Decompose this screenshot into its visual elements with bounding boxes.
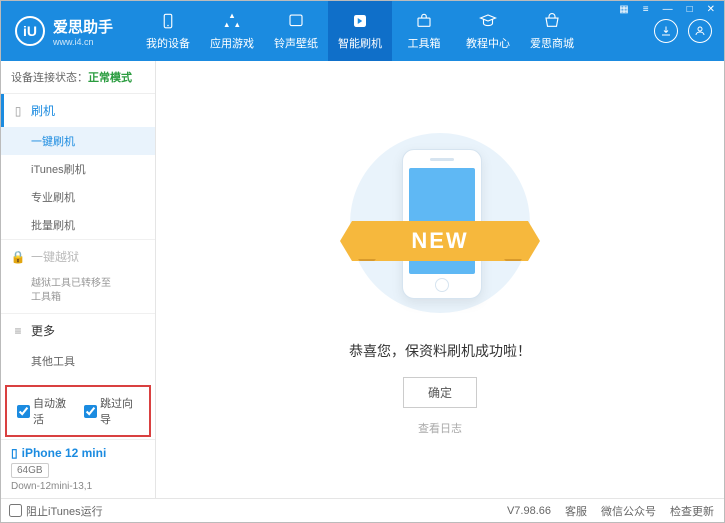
user-button[interactable] xyxy=(688,19,712,43)
window-controls: ▦ ≡ — □ ✕ xyxy=(615,2,719,17)
media-icon xyxy=(286,11,306,31)
checkbox-label: 自动激活 xyxy=(33,395,72,427)
menu-more-header[interactable]: ≡ 更多 xyxy=(1,314,155,347)
nav-label: 教程中心 xyxy=(466,35,510,51)
menu-itunes-flash[interactable]: iTunes刷机 xyxy=(1,155,155,183)
conn-label: 设备连接状态： xyxy=(11,72,88,84)
block-itunes-checkbox[interactable]: 阻止iTunes运行 xyxy=(9,503,103,519)
menu-icon[interactable]: ▦ xyxy=(615,2,632,17)
nav-tutorials[interactable]: 教程中心 xyxy=(456,1,520,61)
main-content: NEW 恭喜您，保资料刷机成功啦！ 确定 查看日志 xyxy=(156,61,724,498)
nav-smart-flash[interactable]: 智能刷机 xyxy=(328,1,392,61)
store-icon xyxy=(542,11,562,31)
conn-value: 正常模式 xyxy=(88,72,132,84)
logo-area: iU 爱思助手 www.i4.cn xyxy=(1,16,136,47)
nav-apps-games[interactable]: 应用游戏 xyxy=(200,1,264,61)
view-log-link[interactable]: 查看日志 xyxy=(418,420,462,436)
download-button[interactable] xyxy=(654,19,678,43)
confirm-button[interactable]: 确定 xyxy=(403,377,477,408)
nav-toolbox[interactable]: 工具箱 xyxy=(392,1,456,61)
checkbox-label: 阻止iTunes运行 xyxy=(26,503,103,519)
settings-icon[interactable]: ≡ xyxy=(639,2,653,17)
menu-title: 更多 xyxy=(31,322,55,339)
menu-title: 一键越狱 xyxy=(31,248,79,265)
nav-label: 工具箱 xyxy=(408,35,441,51)
skip-guide-checkbox[interactable]: 跳过向导 xyxy=(84,395,139,427)
success-message: 恭喜您，保资料刷机成功啦！ xyxy=(349,341,531,361)
check-update-link[interactable]: 检查更新 xyxy=(670,503,714,519)
sidebar-menu: ▯ 刷机 一键刷机 iTunes刷机 专业刷机 批量刷机 🔒 一键越狱 越狱工具… xyxy=(1,94,155,383)
apps-icon xyxy=(222,11,242,31)
app-title: 爱思助手 xyxy=(53,16,113,37)
close-icon[interactable]: ✕ xyxy=(703,2,719,17)
menu-download-firmware[interactable]: 下载固件 xyxy=(1,375,155,383)
app-url: www.i4.cn xyxy=(53,37,113,47)
sidebar: 设备连接状态：正常模式 ▯ 刷机 一键刷机 iTunes刷机 专业刷机 批量刷机… xyxy=(1,61,156,498)
auto-activate-checkbox[interactable]: 自动激活 xyxy=(17,395,72,427)
menu-flash-header[interactable]: ▯ 刷机 xyxy=(1,94,155,127)
nav-store[interactable]: 爱思商城 xyxy=(520,1,584,61)
menu-batch-flash[interactable]: 批量刷机 xyxy=(1,211,155,239)
checkbox-label: 跳过向导 xyxy=(100,395,139,427)
jailbreak-note: 越狱工具已转移至 工具箱 xyxy=(1,273,155,313)
footer: 阻止iTunes运行 V7.98.66 客服 微信公众号 检查更新 xyxy=(1,498,724,522)
device-block[interactable]: ▯ iPhone 12 mini 64GB Down-12mini-13,1 xyxy=(1,439,155,498)
device-storage: 64GB xyxy=(11,463,49,478)
nav-ringtone-wallpaper[interactable]: 铃声壁纸 xyxy=(264,1,328,61)
main-nav: 我的设备 应用游戏 铃声壁纸 智能刷机 工具箱 教程中心 爱思商城 xyxy=(136,1,654,61)
wechat-link[interactable]: 微信公众号 xyxy=(601,503,656,519)
nav-my-device[interactable]: 我的设备 xyxy=(136,1,200,61)
nav-label: 智能刷机 xyxy=(338,35,382,51)
more-icon: ≡ xyxy=(11,324,25,338)
phone-icon: ▯ xyxy=(11,104,25,118)
menu-oneclick-flash[interactable]: 一键刷机 xyxy=(1,127,155,155)
header-right xyxy=(654,19,724,43)
minimize-icon[interactable]: — xyxy=(659,2,677,17)
app-header: iU 爱思助手 www.i4.cn 我的设备 应用游戏 铃声壁纸 智能刷机 工具… xyxy=(1,1,724,61)
menu-jailbreak-header[interactable]: 🔒 一键越狱 xyxy=(1,240,155,273)
menu-title: 刷机 xyxy=(31,102,55,119)
device-icon xyxy=(158,11,178,31)
connection-status: 设备连接状态：正常模式 xyxy=(1,61,155,94)
maximize-icon[interactable]: □ xyxy=(683,2,697,17)
phone-icon: ▯ xyxy=(11,446,18,460)
new-ribbon: NEW xyxy=(340,221,540,261)
customer-service-link[interactable]: 客服 xyxy=(565,503,587,519)
success-illustration: NEW xyxy=(330,123,550,323)
lock-icon: 🔒 xyxy=(11,250,25,264)
nav-label: 铃声壁纸 xyxy=(274,35,318,51)
options-row: 自动激活 跳过向导 xyxy=(5,385,151,437)
version-label: V7.98.66 xyxy=(507,505,551,517)
toolbox-icon xyxy=(414,11,434,31)
menu-pro-flash[interactable]: 专业刷机 xyxy=(1,183,155,211)
menu-other-tools[interactable]: 其他工具 xyxy=(1,347,155,375)
nav-label: 我的设备 xyxy=(146,35,190,51)
nav-label: 爱思商城 xyxy=(530,35,574,51)
nav-label: 应用游戏 xyxy=(210,35,254,51)
device-model: Down-12mini-13,1 xyxy=(11,481,145,492)
logo-icon: iU xyxy=(15,16,45,46)
tutorial-icon xyxy=(478,11,498,31)
flash-icon xyxy=(350,11,370,31)
device-name: ▯ iPhone 12 mini xyxy=(11,446,145,460)
